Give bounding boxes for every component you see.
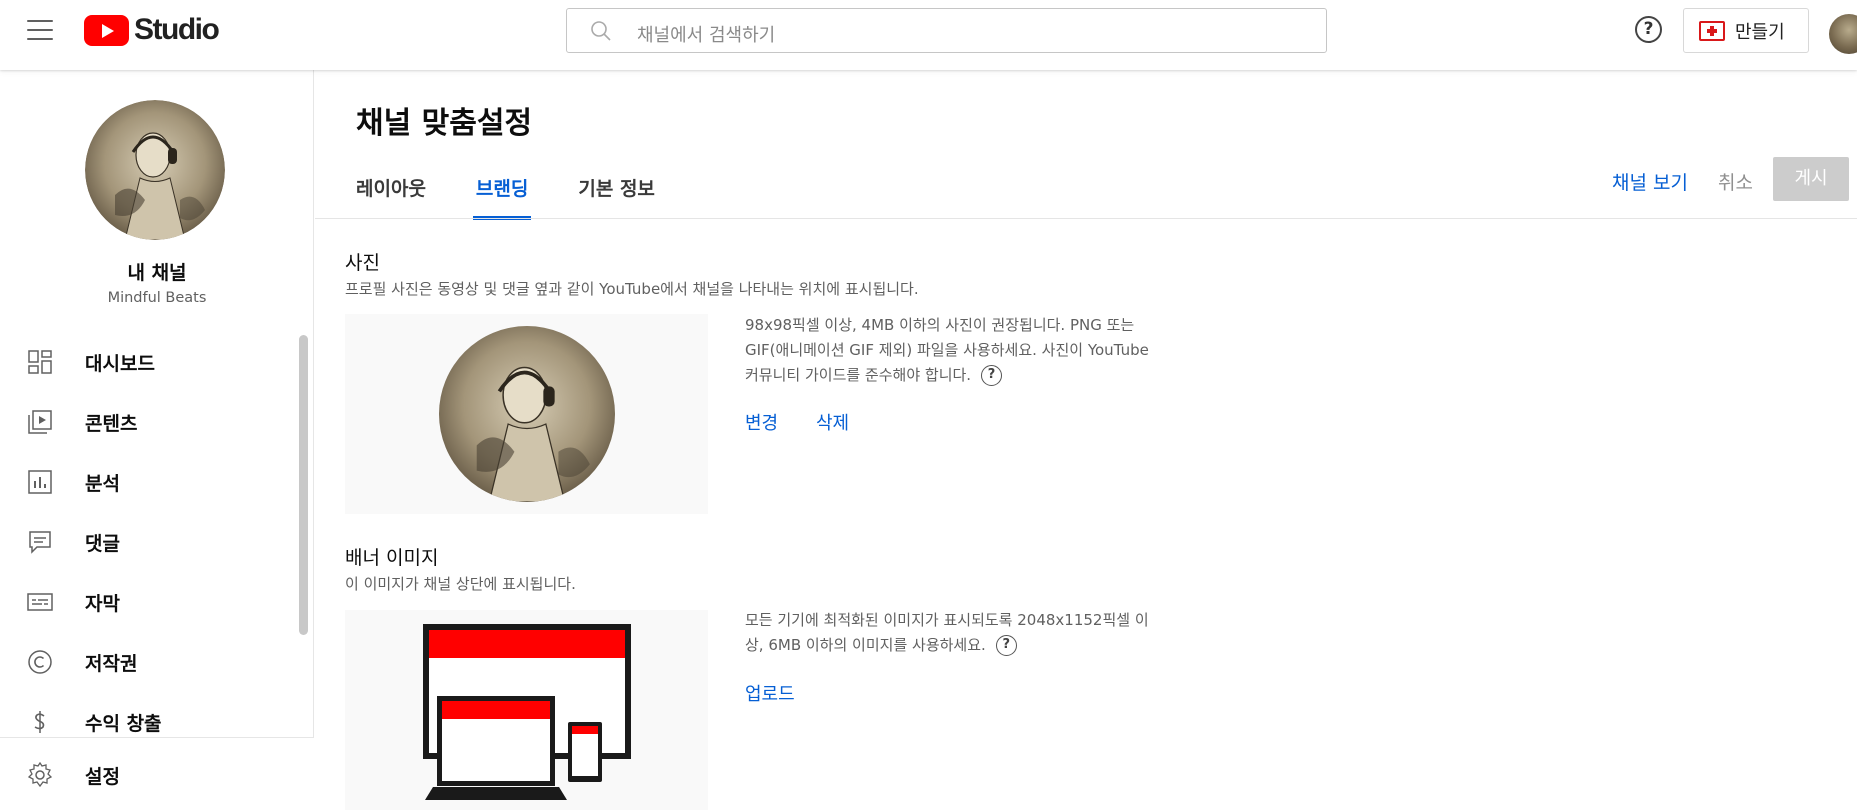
sidebar-scrollbar[interactable]: [299, 335, 308, 635]
youtube-play-icon: [84, 14, 129, 46]
tabs-divider: [315, 218, 1857, 219]
delete-photo-button[interactable]: 삭제: [816, 409, 849, 435]
dollar-icon: [34, 711, 45, 733]
tab-branding[interactable]: 브랜딩: [472, 174, 532, 220]
banner-guidelines-text: 모든 기기에 최적화된 이미지가 표시되도록 2048x1152픽셀 이상, 6…: [745, 611, 1149, 654]
publish-button[interactable]: 게시: [1773, 157, 1849, 201]
channel-title: 내 채널: [127, 262, 187, 284]
page-title: 채널 맞춤설정: [356, 106, 533, 141]
sidebar-item-content[interactable]: 콘텐츠: [0, 392, 314, 452]
sidebar-item-subtitles[interactable]: 자막: [0, 572, 314, 632]
upload-banner-button[interactable]: 업로드: [745, 680, 795, 706]
top-header: Studio 채널에서 검색하기 ? 만들기: [0, 0, 1857, 70]
photo-section-title: 사진: [345, 252, 380, 274]
main-content: 채널 맞춤설정 레이아웃 브랜딩 기본 정보 채널 보기 취소 게시 사진 프로…: [315, 70, 1857, 812]
search-input[interactable]: 채널에서 검색하기: [566, 8, 1327, 53]
sidebar-footer: 설정: [0, 737, 314, 812]
gear-icon: [27, 762, 53, 788]
analytics-icon: [28, 470, 52, 494]
sidebar-item-label: 수익 창출: [85, 712, 162, 735]
sidebar-item-label: 분석: [85, 472, 120, 495]
profile-photo-image: [439, 326, 615, 502]
view-channel-link[interactable]: 채널 보기: [1612, 168, 1688, 195]
account-avatar[interactable]: [1829, 14, 1857, 54]
sidebar-item-analytics[interactable]: 분석: [0, 452, 314, 512]
subtitles-icon: [27, 593, 53, 611]
change-photo-button[interactable]: 변경: [745, 409, 778, 435]
banner-section-title: 배너 이미지: [345, 547, 439, 569]
sidebar-item-copyright[interactable]: 저작권: [0, 632, 314, 692]
tab-layout[interactable]: 레이아웃: [356, 174, 426, 220]
photo-guidelines-text: 98x98픽셀 이상, 4MB 이하의 사진이 권장됩니다. PNG 또는 GI…: [745, 316, 1149, 384]
tab-basic-info[interactable]: 기본 정보: [578, 174, 655, 220]
tab-bar: 레이아웃 브랜딩 기본 정보: [356, 174, 705, 220]
search-icon: [591, 21, 611, 41]
photo-section-description: 프로필 사진은 동영상 및 댓글 옆과 같이 YouTube에서 채널을 나타내…: [345, 280, 919, 298]
sidebar-item-label: 콘텐츠: [85, 412, 138, 435]
content-icon: [28, 410, 52, 434]
create-button[interactable]: 만들기: [1683, 8, 1809, 53]
youtube-studio-logo[interactable]: Studio: [84, 13, 220, 47]
menu-icon[interactable]: [27, 20, 53, 40]
banner-guidelines: 모든 기기에 최적화된 이미지가 표시되도록 2048x1152픽셀 이상, 6…: [745, 608, 1165, 658]
channel-avatar[interactable]: [85, 100, 225, 240]
photo-preview: [345, 314, 708, 514]
help-icon[interactable]: ?: [981, 365, 1003, 386]
logo-text: Studio: [134, 13, 220, 46]
help-icon[interactable]: ?: [995, 635, 1017, 656]
copyright-icon: [28, 650, 52, 674]
sidebar-item-label: 설정: [85, 765, 120, 788]
sidebar-item-label: 댓글: [85, 532, 120, 555]
sidebar-item-label: 대시보드: [85, 352, 155, 375]
sidebar-item-label: 자막: [85, 592, 120, 615]
banner-section-description: 이 이미지가 채널 상단에 표시됩니다.: [345, 575, 576, 593]
create-label: 만들기: [1735, 21, 1785, 43]
sidebar-item-settings[interactable]: 설정: [0, 745, 314, 805]
sidebar-item-comments[interactable]: 댓글: [0, 512, 314, 572]
sidebar-nav: 대시보드 콘텐츠 분석 댓글 자막 저작권 수익 창출: [0, 332, 314, 752]
dashboard-icon: [28, 350, 52, 374]
help-icon[interactable]: ?: [1635, 16, 1662, 43]
photo-guidelines: 98x98픽셀 이상, 4MB 이하의 사진이 권장됩니다. PNG 또는 GI…: [745, 313, 1165, 388]
sidebar-item-dashboard[interactable]: 대시보드: [0, 332, 314, 392]
devices-banner-illustration: [423, 624, 631, 800]
banner-preview: [345, 610, 708, 810]
sidebar: 내 채널 Mindful Beats 대시보드 콘텐츠 분석 댓글 자막 저작권…: [0, 70, 314, 812]
cancel-button[interactable]: 취소: [1718, 168, 1753, 195]
create-video-icon: [1699, 20, 1725, 41]
sidebar-item-label: 저작권: [85, 652, 138, 675]
comments-icon: [29, 531, 51, 554]
search-placeholder: 채널에서 검색하기: [637, 25, 776, 46]
channel-name: Mindful Beats: [107, 290, 207, 306]
